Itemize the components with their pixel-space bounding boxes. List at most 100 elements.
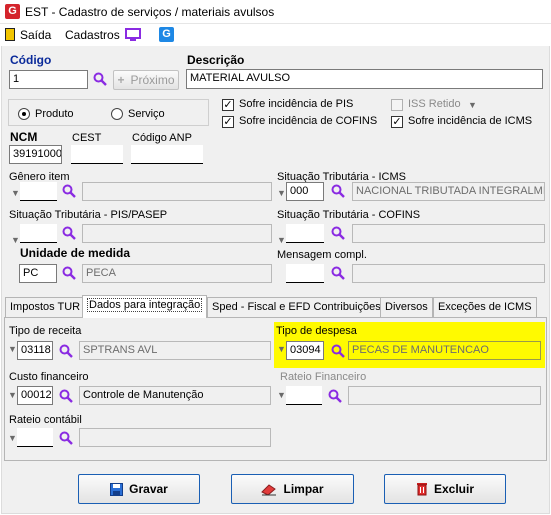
tab-dados-integracao[interactable]: Dados para integração [82,295,208,318]
sit-pis-pin-icon: ▼ [11,235,20,245]
limpar-label: Limpar [283,482,324,496]
mensagem-label: Mensagem compl. [277,249,367,261]
rateio-financeiro-code[interactable] [286,386,322,405]
rateio-contabil-search-icon[interactable] [59,431,73,445]
produto-label: Produto [35,108,74,120]
descricao-label: Descrição [187,53,245,67]
sit-icms-code[interactable]: 000 [286,182,324,201]
servico-label: Serviço [128,108,165,120]
menu-bar: Saída Cadastros G [0,24,551,46]
excluir-button[interactable]: Excluir [384,474,506,504]
rateio-contabil-pin-icon: ▼ [8,433,17,443]
monitor-icon[interactable] [125,28,141,41]
servico-radio[interactable] [111,108,123,120]
codigo-anp-input[interactable] [131,145,203,164]
unidade-label: Unidade de medida [20,246,131,260]
tab-excecoes-icms[interactable]: Exceções de ICMS [433,297,537,317]
rateio-financeiro-pin-icon: ▼ [277,390,286,400]
cofins-label: Sofre incidência de COFINS [239,115,378,127]
mensagem-code[interactable] [286,264,324,283]
tipo-despesa-code[interactable]: 03094 [286,341,324,360]
rateio-contabil-label: Rateio contábil [9,414,82,426]
tipo-receita-pin-icon: ▼ [8,344,17,354]
icms-label: Sofre incidência de ICMS [408,115,533,127]
sit-pis-search-icon[interactable] [62,226,76,240]
sit-pis-desc [82,224,272,243]
custo-financeiro-code[interactable]: 00012 [17,386,53,405]
sit-icms-search-icon[interactable] [331,184,345,198]
sit-icms-desc: NACIONAL TRIBUTADA INTEGRALMI [352,182,545,201]
ncm-label: NCM [10,130,38,144]
menu-saida[interactable]: Saída [20,27,51,43]
cofins-checkbox[interactable]: ✓ [222,116,234,128]
eraser-icon [261,483,277,496]
sit-pis-code[interactable] [20,224,57,243]
cest-label: CEST [72,132,102,144]
unidade-desc: PECA [82,264,272,283]
sit-cofins-code[interactable] [286,224,324,243]
descricao-input[interactable]: MATERIAL AVULSO [186,69,543,89]
plus-icon: + [117,73,125,87]
mensagem-desc [352,264,545,283]
tipo-despesa-label: Tipo de despesa [276,325,357,337]
gravar-label: Gravar [129,482,168,496]
custo-financeiro-desc: Controle de Manutenção [79,386,271,405]
tipo-receita-search-icon[interactable] [59,344,73,358]
tipo-despesa-pin-icon: ▼ [277,344,286,354]
custo-financeiro-label: Custo financeiro [9,371,89,383]
proximo-label: Próximo [130,73,175,87]
tab-sped[interactable]: Sped - Fiscal e EFD Contribuições [207,297,386,317]
sit-cofins-pin-icon: ▼ [277,235,286,245]
floppy-disk-icon [110,482,124,496]
tipo-receita-code[interactable]: 03118 [17,341,53,360]
rateio-financeiro-desc [348,386,541,405]
unidade-code[interactable]: PC [19,264,57,283]
limpar-button[interactable]: Limpar [231,474,354,504]
tab-label: Sped - Fiscal e EFD Contribuições [212,301,381,313]
codigo-anp-label: Código ANP [132,132,192,144]
title-bar: G EST - Cadastro de serviços / materiais… [0,0,551,24]
g-app-icon[interactable]: G [159,27,174,42]
tipo-despesa-search-icon[interactable] [331,344,345,358]
gravar-button[interactable]: Gravar [78,474,200,504]
codigo-search-icon[interactable] [93,72,107,86]
rateio-contabil-code[interactable] [17,428,53,447]
exit-door-icon [5,28,15,41]
tab-label: Exceções de ICMS [438,301,532,313]
codigo-input[interactable]: 1 [9,70,88,89]
genero-pin-icon: ▼ [11,188,20,198]
tipo-despesa-desc: PECAS DE MANUTENCAO [348,341,541,360]
rateio-financeiro-search-icon[interactable] [328,389,342,403]
sit-pis-label: Situação Tributária - PIS/PASEP [9,209,168,221]
genero-item-code[interactable] [20,182,57,201]
tipo-receita-label: Tipo de receita [9,325,82,337]
ncm-input[interactable]: 39191000 [9,145,62,164]
codigo-label: Código [10,53,52,67]
window-title: EST - Cadastro de serviços / materiais a… [25,5,275,19]
cest-input[interactable] [71,145,123,164]
sit-icms-pin-icon: ▼ [277,188,286,198]
sit-cofins-search-icon[interactable] [331,226,345,240]
proximo-button[interactable]: + Próximo [113,70,179,90]
tab-label: Dados para integração [87,298,203,312]
tab-impostos-tur[interactable]: Impostos TUR [5,297,86,317]
iss-checkbox[interactable] [391,99,403,111]
custo-financeiro-pin-icon: ▼ [8,390,17,400]
produto-radio[interactable] [18,108,30,120]
sit-cofins-label: Situação Tributária - COFINS [277,209,421,221]
pis-checkbox[interactable]: ✓ [222,99,234,111]
unidade-search-icon[interactable] [62,266,76,280]
rateio-contabil-desc [79,428,271,447]
tab-diversos[interactable]: Diversos [380,297,433,317]
icms-checkbox[interactable]: ✓ [391,116,403,128]
trash-icon [416,482,428,496]
iss-label: ISS Retido [408,98,461,110]
custo-financeiro-search-icon[interactable] [59,389,73,403]
rateio-financeiro-label: Rateio Financeiro [280,371,367,383]
tab-label: Diversos [385,301,428,313]
tipo-receita-desc: SPTRANS AVL [79,341,271,360]
mensagem-search-icon[interactable] [331,266,345,280]
genero-search-icon[interactable] [62,184,76,198]
app-logo-icon: G [5,4,20,19]
menu-cadastros[interactable]: Cadastros [65,27,120,43]
